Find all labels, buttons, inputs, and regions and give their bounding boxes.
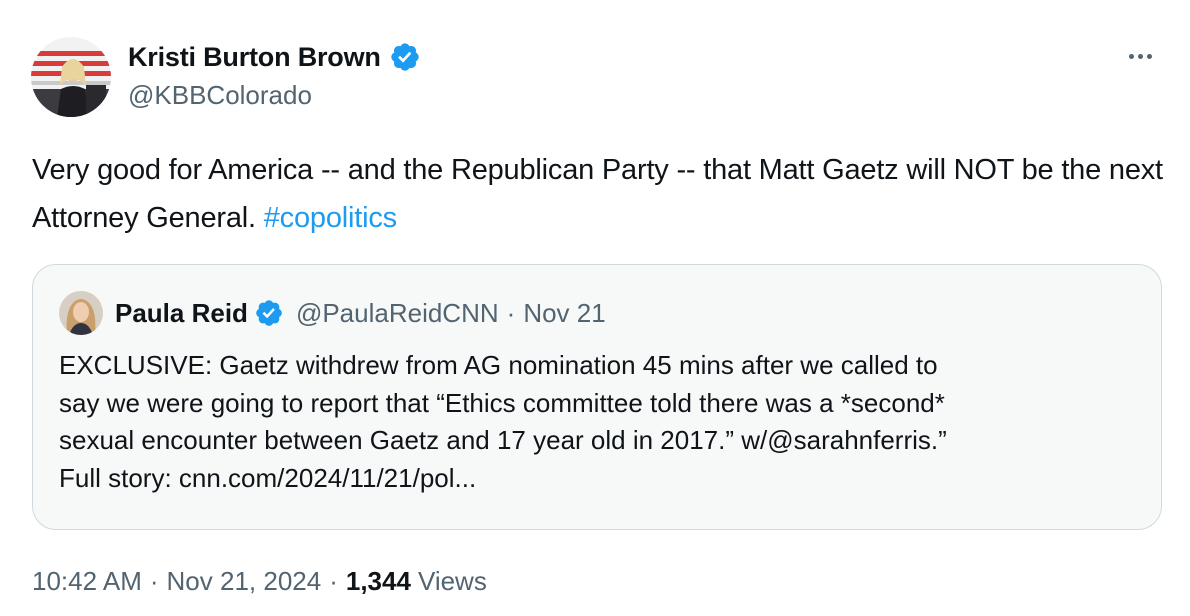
more-dot-icon xyxy=(1128,53,1134,59)
tweet-time[interactable]: 10:42 AM xyxy=(32,566,142,597)
author-display-name[interactable]: Kristi Burton Brown xyxy=(128,42,381,73)
meta-separator: · xyxy=(149,566,159,596)
tweet-text: Very good for America -- and the Republi… xyxy=(32,146,1172,242)
author-handle[interactable]: @KBBColorado xyxy=(128,80,312,111)
quoted-author-avatar[interactable] xyxy=(59,291,103,335)
tweet-meta: 10:42 AM · Nov 21, 2024 · 1,344 Views xyxy=(32,566,487,597)
quoted-tweet-header: Paula Reid @PaulaReidCNN · Nov 21 xyxy=(59,291,606,335)
profile-photo-icon xyxy=(59,291,103,335)
verified-badge-icon xyxy=(391,43,419,71)
tweet-date[interactable]: Nov 21, 2024 xyxy=(167,566,322,597)
profile-photo-icon xyxy=(31,37,111,117)
quoted-text-line: EXCLUSIVE: Gaetz withdrew from AG nomina… xyxy=(59,350,938,380)
tweet-container: Kristi Burton Brown @KBBColorado Very go… xyxy=(0,0,1190,616)
more-dot-icon xyxy=(1137,53,1143,59)
views-count: 1,344 xyxy=(345,566,411,596)
more-options-button[interactable] xyxy=(1120,42,1160,70)
more-dot-icon xyxy=(1146,53,1152,59)
quoted-text-line: sexual encounter between Gaetz and 17 ye… xyxy=(59,425,947,455)
meta-separator: · xyxy=(329,566,338,596)
verified-badge-icon xyxy=(256,300,282,326)
quoted-tweet-text: EXCLUSIVE: Gaetz withdrew from AG nomina… xyxy=(59,347,1139,497)
quoted-separator: · xyxy=(506,297,516,328)
hashtag-link[interactable]: #copolitics xyxy=(264,202,397,234)
quoted-tweet-card[interactable]: Paula Reid @PaulaReidCNN · Nov 21 EXCLUS… xyxy=(32,264,1162,530)
quoted-text-line: say we were going to report that “Ethics… xyxy=(59,387,945,418)
tweet-text-main: Very good for America -- and the Republi… xyxy=(32,154,1163,234)
author-avatar[interactable] xyxy=(31,37,111,117)
author-name-row: Kristi Burton Brown xyxy=(128,40,421,74)
quoted-text-line: Full story: cnn.com/2024/11/21/pol... xyxy=(59,462,477,493)
quoted-display-name: Paula Reid xyxy=(115,297,248,328)
quoted-handle: @PaulaReidCNN xyxy=(295,297,499,328)
views-label: Views xyxy=(417,566,487,596)
quoted-date: Nov 21 xyxy=(523,297,606,328)
